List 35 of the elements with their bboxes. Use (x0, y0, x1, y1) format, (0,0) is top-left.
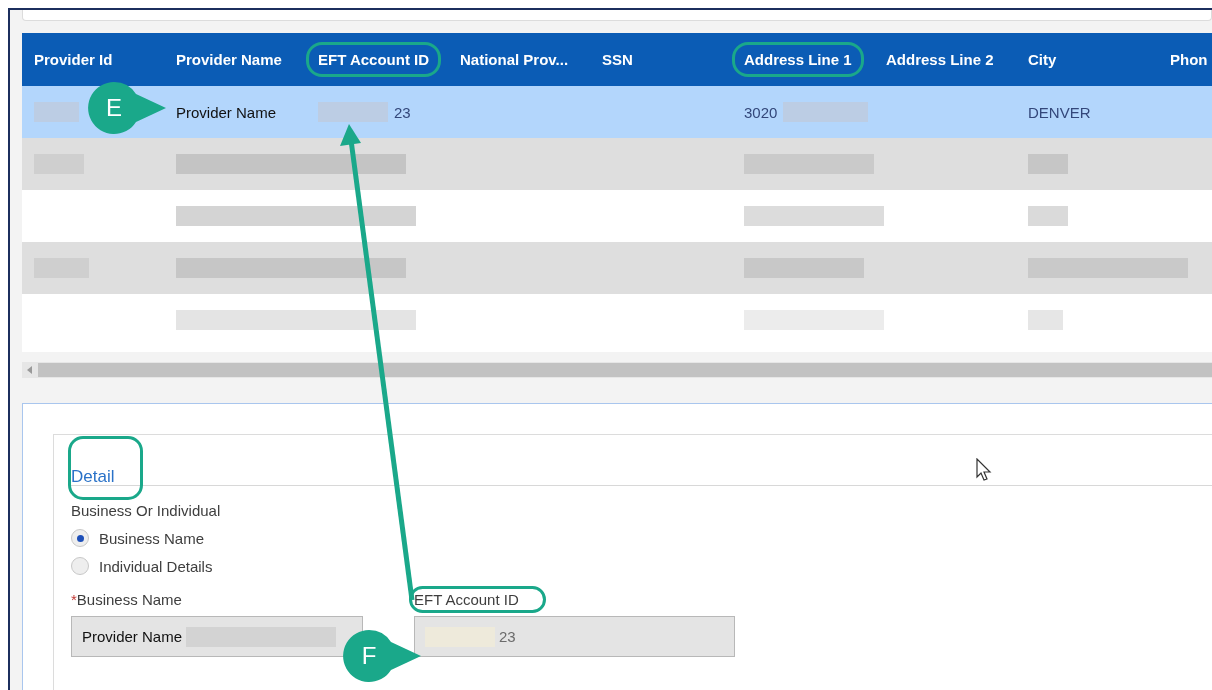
redacted-block (1028, 154, 1068, 174)
table-cell: 23 (394, 103, 411, 121)
radio-label: Business Name (99, 529, 205, 547)
cursor-icon (976, 458, 992, 482)
column-header[interactable]: Address Line 2 (886, 51, 994, 68)
column-header[interactable]: Phon (1170, 51, 1208, 68)
table-cell: Provider Name (176, 103, 277, 121)
column-header[interactable]: SSN (602, 51, 633, 68)
callout-marker: F (341, 628, 423, 684)
text-field[interactable]: 23 (414, 616, 735, 657)
column-header[interactable]: Provider Name (176, 51, 282, 68)
redacted-block (1028, 310, 1063, 330)
radio-button[interactable] (71, 557, 89, 575)
horizontal-scrollbar[interactable] (22, 362, 1212, 378)
column-header[interactable]: Provider Id (34, 51, 113, 68)
column-header[interactable]: Address Line 1 (732, 42, 864, 77)
table-cell: DENVER (1028, 103, 1091, 121)
detail-tab[interactable]: Detail (71, 439, 141, 497)
text-field[interactable]: Provider Name (71, 616, 363, 657)
field-label: *Business Name (71, 591, 182, 608)
field-label: EFT Account ID (409, 586, 546, 613)
callout-marker: E (86, 80, 168, 136)
radio-label: Individual Details (99, 557, 213, 575)
redacted-block (1028, 206, 1068, 226)
group-label: Business Or Individual (71, 502, 222, 519)
column-header[interactable]: National Prov... (460, 51, 569, 68)
column-header[interactable]: City (1028, 51, 1057, 68)
table-row[interactable] (22, 242, 1212, 294)
table-cell: 3020 (744, 103, 778, 121)
redacted-block (318, 102, 388, 122)
redacted-block (34, 102, 79, 122)
radio-button[interactable] (71, 529, 89, 547)
left-arrow-icon[interactable] (27, 366, 33, 374)
table-row[interactable] (22, 138, 1212, 190)
column-header[interactable]: EFT Account ID (306, 42, 442, 77)
